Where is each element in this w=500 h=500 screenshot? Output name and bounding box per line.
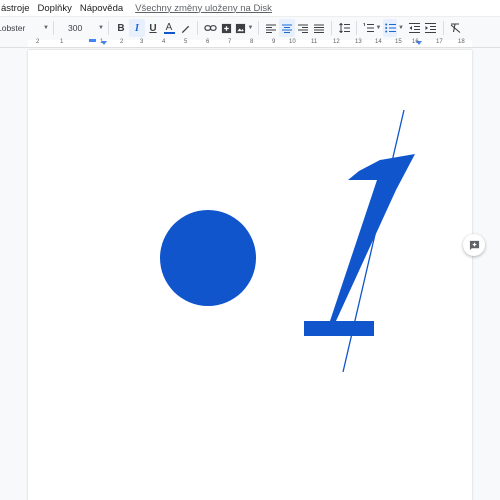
document-content: 1 xyxy=(160,109,415,373)
docs-window: ástroje Doplňky Nápověda Všechny změny u… xyxy=(0,0,500,500)
add-comment-icon xyxy=(469,240,479,250)
list-bullet xyxy=(160,210,256,306)
add-comment-button[interactable] xyxy=(463,234,485,256)
numeral-one xyxy=(304,154,415,336)
